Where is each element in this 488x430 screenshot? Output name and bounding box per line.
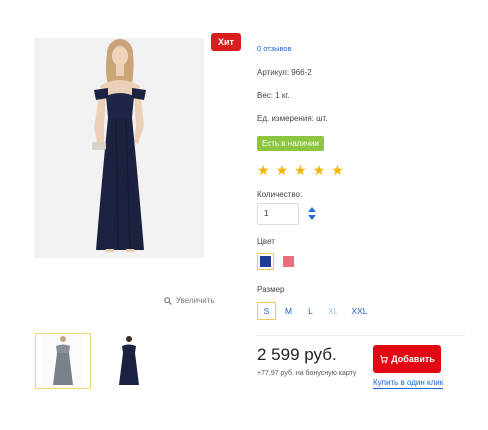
cart-icon: [380, 355, 389, 363]
thumbnail-dress-gray: [43, 335, 83, 387]
reviews-link[interactable]: 0 отзывов: [257, 44, 292, 53]
quantity-input[interactable]: 1: [257, 203, 299, 225]
zoom-label: Увеличить: [176, 296, 215, 305]
increase-arrow-icon[interactable]: [308, 207, 316, 212]
color-swatches: [257, 253, 297, 270]
thumbnail-strip: [35, 333, 157, 389]
thumbnail-dress-navy: [109, 335, 149, 387]
buy-one-click-link[interactable]: Купить в один клик: [373, 378, 444, 389]
unit-text: Ед. измерения: шт.: [257, 114, 328, 123]
star-icon[interactable]: ★: [313, 162, 326, 178]
color-swatch-coral[interactable]: [280, 253, 297, 270]
dress-photo: [34, 38, 204, 258]
quantity-label: Количество:: [257, 190, 303, 199]
star-icon[interactable]: ★: [294, 162, 307, 178]
size-option-s[interactable]: S: [257, 302, 276, 320]
add-to-cart-button[interactable]: Добавить: [373, 345, 441, 373]
zoom-link[interactable]: Увеличить: [164, 296, 215, 305]
product-gallery: [34, 38, 212, 258]
size-options: S M L XL XXL: [257, 302, 375, 320]
size-option-m[interactable]: M: [279, 302, 298, 320]
decrease-arrow-icon[interactable]: [308, 215, 316, 220]
sku-text: Артикул: 966-2: [257, 68, 312, 77]
rating-stars[interactable]: ★ ★ ★ ★ ★: [257, 162, 344, 178]
quantity-stepper: [308, 207, 316, 220]
star-icon[interactable]: ★: [257, 162, 270, 178]
main-product-image[interactable]: [34, 38, 204, 258]
add-button-label: Добавить: [391, 354, 435, 364]
in-stock-badge: Есть в наличии: [257, 136, 324, 151]
magnifier-icon: [164, 296, 172, 305]
thumbnail-1[interactable]: [35, 333, 91, 389]
size-option-xl: XL: [328, 306, 339, 316]
divider: [257, 335, 465, 336]
hit-badge: Хит: [211, 33, 241, 51]
bonus-text: +77,97 руб. на бонусную карту: [257, 370, 357, 377]
size-option-l[interactable]: L: [301, 302, 320, 320]
color-label: Цвет: [257, 237, 275, 246]
product-price: 2 599 руб.: [257, 345, 337, 364]
weight-text: Вес: 1 кг.: [257, 91, 290, 100]
size-label: Размер: [257, 285, 285, 294]
size-option-xxl[interactable]: XXL: [346, 302, 372, 320]
thumbnail-2[interactable]: [101, 333, 157, 389]
star-icon[interactable]: ★: [331, 162, 344, 178]
star-icon[interactable]: ★: [276, 162, 289, 178]
color-swatch-navy[interactable]: [257, 253, 274, 270]
